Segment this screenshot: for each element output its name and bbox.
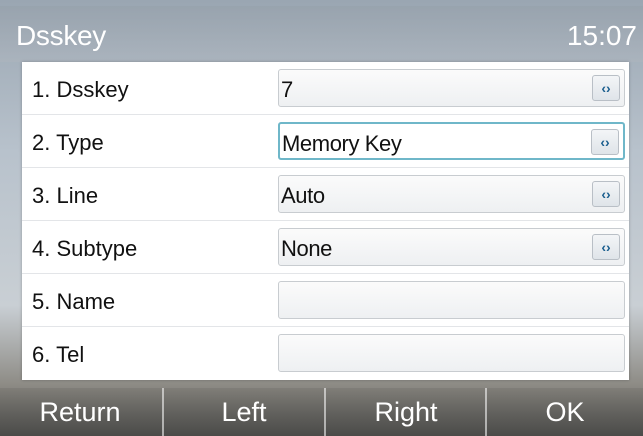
type-value: Memory Key: [282, 131, 402, 156]
left-right-arrows-icon[interactable]: ‹›: [592, 181, 620, 207]
line-field[interactable]: Auto ‹›: [278, 175, 625, 213]
softkey-bar: Return Left Right OK: [0, 388, 643, 436]
row-label: 2. Type: [32, 130, 104, 155]
row-label: 4. Subtype: [32, 236, 138, 261]
row-name[interactable]: 5. Name: [22, 274, 629, 326]
row-label: 1. Dsskey: [32, 77, 129, 102]
clock: 15:07: [566, 20, 637, 51]
left-button[interactable]: Left: [162, 388, 324, 436]
ok-button[interactable]: OK: [485, 388, 643, 436]
left-right-arrows-icon[interactable]: ‹›: [592, 75, 620, 101]
subtype-value: None: [281, 236, 332, 261]
tel-input[interactable]: [278, 334, 625, 372]
right-button[interactable]: Right: [324, 388, 486, 436]
dsskey-field[interactable]: 7 ‹›: [278, 69, 625, 107]
left-right-arrows-icon[interactable]: ‹›: [591, 129, 619, 155]
type-field[interactable]: Memory Key ‹›: [278, 122, 625, 160]
row-dsskey[interactable]: 1. Dsskey 7 ‹›: [22, 62, 629, 114]
subtype-field[interactable]: None ‹›: [278, 228, 625, 266]
phone-screen: Dsskey 15:07 1. Dsskey 7 ‹› 2. Type Memo…: [0, 0, 643, 436]
left-right-arrows-icon[interactable]: ‹›: [592, 234, 620, 260]
dsskey-value: 7: [281, 77, 293, 102]
row-label: 6. Tel: [32, 342, 85, 367]
settings-panel: 1. Dsskey 7 ‹› 2. Type Memory Key ‹› 3. …: [22, 62, 629, 380]
row-type[interactable]: 2. Type Memory Key ‹›: [22, 115, 629, 167]
row-subtype[interactable]: 4. Subtype None ‹›: [22, 221, 629, 273]
return-button[interactable]: Return: [0, 388, 160, 436]
row-label: 5. Name: [32, 289, 116, 314]
title-bar: Dsskey 15:07: [0, 6, 643, 62]
page-title: Dsskey: [16, 20, 106, 51]
row-line[interactable]: 3. Line Auto ‹›: [22, 168, 629, 220]
name-input[interactable]: [278, 281, 625, 319]
row-tel[interactable]: 6. Tel: [22, 327, 629, 379]
line-value: Auto: [281, 183, 325, 208]
row-label: 3. Line: [32, 183, 99, 208]
